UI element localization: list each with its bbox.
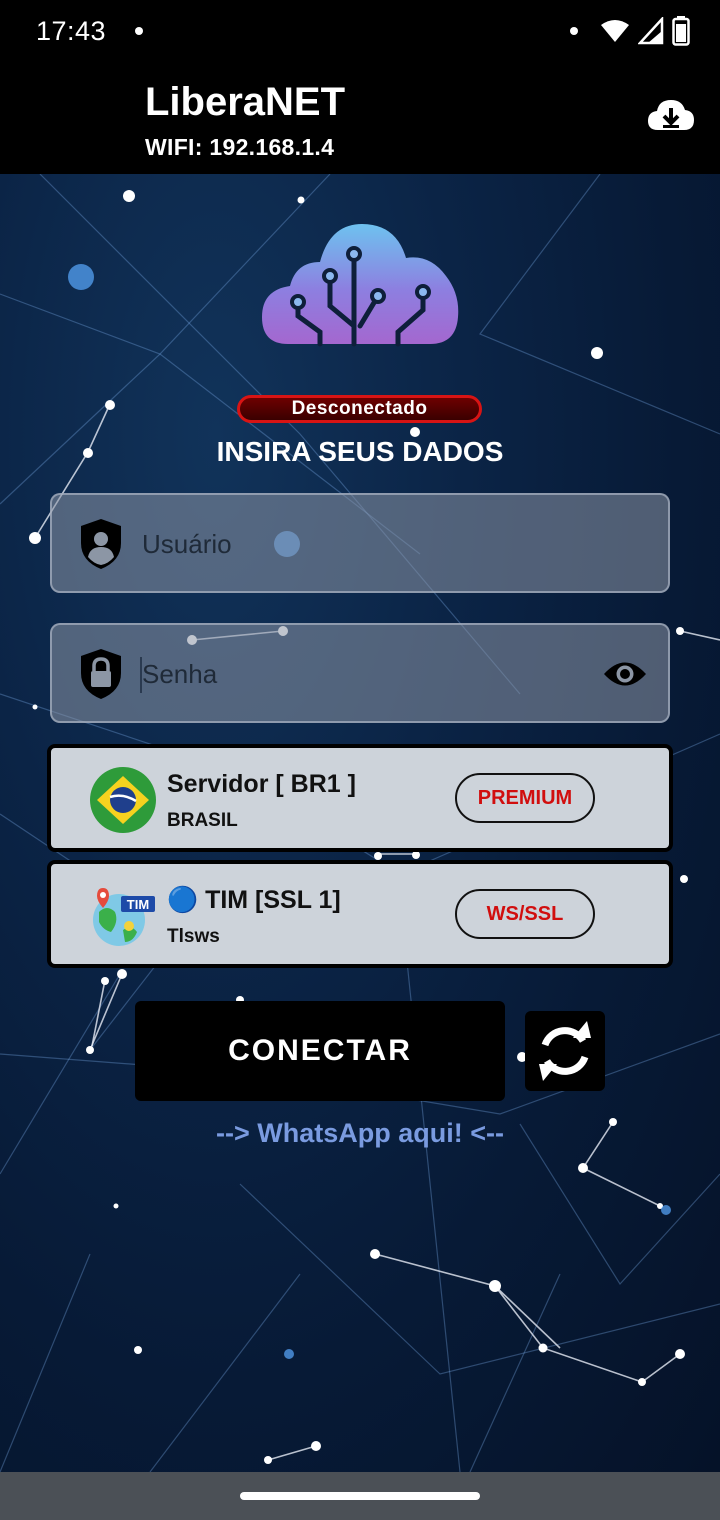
network-name: 🔵 TIM [SSL 1] [167, 886, 341, 914]
refresh-button[interactable] [525, 1011, 605, 1091]
password-placeholder: Senha [142, 659, 218, 689]
main-content: Desconectado INSIRA SEUS DADOS Usuário S… [0, 174, 720, 1472]
username-field[interactable]: Usuário [50, 493, 670, 593]
server-selector[interactable]: Servidor [ BR1 ] BRASIL PREMIUM [47, 744, 673, 852]
status-icons [600, 16, 690, 46]
tim-globe-icon: TIM [93, 888, 155, 946]
wifi-icon [601, 20, 629, 42]
wifi-address: WIFI: 192.168.1.4 [145, 134, 335, 160]
status-bar: 17:43 [0, 0, 720, 64]
premium-badge: PREMIUM [455, 773, 595, 823]
battery-icon [672, 16, 690, 46]
server-country: BRASIL [167, 810, 238, 831]
password-field[interactable]: Senha [50, 623, 670, 723]
network-selector[interactable]: TIM 🔵 TIM [SSL 1] Tlsws WS/SSL [47, 860, 673, 968]
svg-text:TIM: TIM [127, 897, 149, 912]
server-name: Servidor [ BR1 ] [167, 770, 356, 798]
username-placeholder: Usuário [142, 529, 232, 559]
notification-dot [135, 27, 143, 35]
whatsapp-link[interactable]: --> WhatsApp aqui! <-- [0, 1118, 720, 1149]
app-bar: LiberaNET WIFI: 192.168.1.4 [0, 64, 720, 174]
notification-dot [570, 27, 578, 35]
home-gesture-handle[interactable] [240, 1492, 480, 1500]
form-heading: INSIRA SEUS DADOS [216, 436, 504, 467]
app-title: LiberaNET [145, 80, 346, 124]
connection-status-badge: Desconectado [237, 395, 482, 423]
lock-shield-icon [81, 649, 121, 699]
refresh-icon [539, 1021, 591, 1081]
network-mode: Tlsws [167, 926, 220, 947]
user-shield-icon [81, 519, 121, 569]
connect-button[interactable]: CONECTAR [135, 1001, 505, 1101]
liberanet-cloud-logo [262, 224, 459, 347]
navigation-bar [0, 1472, 720, 1520]
brazil-flag-icon [90, 767, 156, 833]
cloud-download-icon[interactable] [646, 94, 696, 138]
eye-icon[interactable] [602, 657, 648, 691]
signal-icon [638, 17, 664, 45]
protocol-badge: WS/SSL [455, 889, 595, 939]
status-time: 17:43 [36, 16, 107, 46]
